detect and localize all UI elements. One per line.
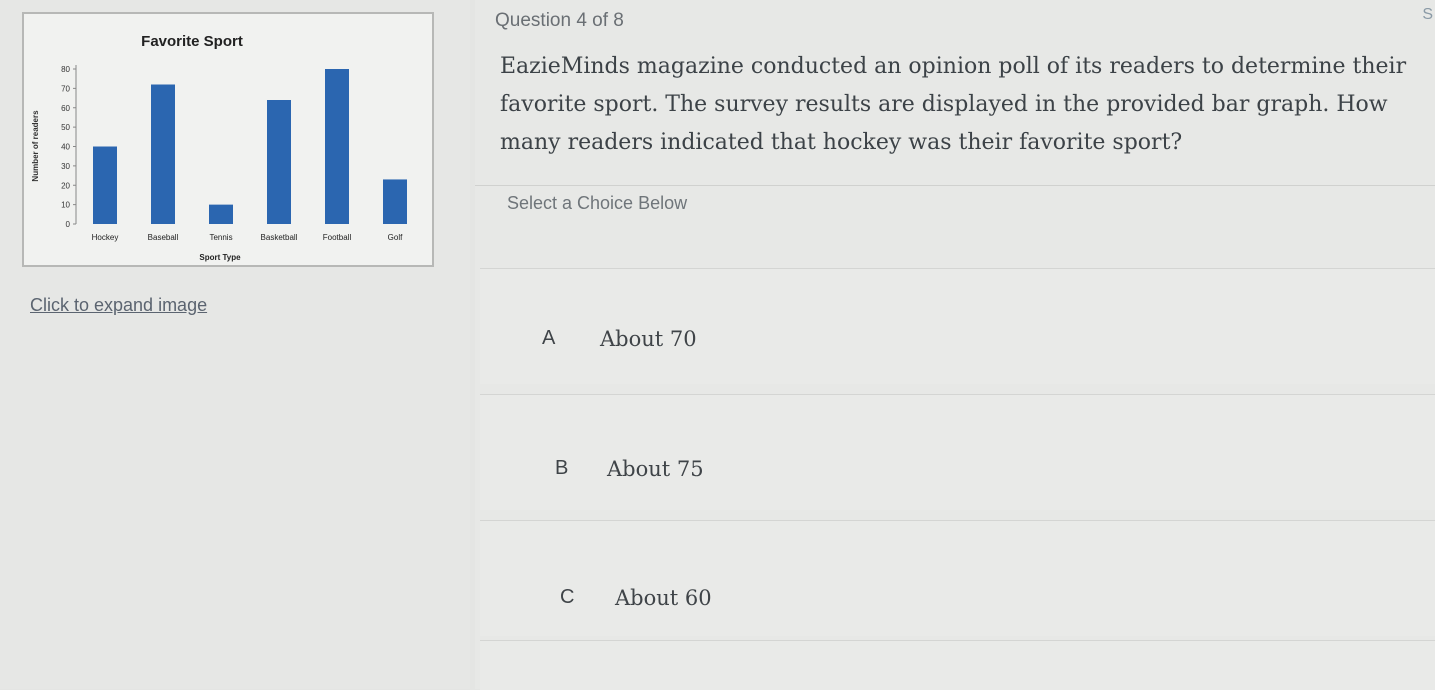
- chart-title: Favorite Sport: [141, 33, 243, 50]
- bar-golf: [383, 179, 407, 224]
- choice-c-option[interactable]: C About 60: [480, 520, 1435, 636]
- choice-letter: A: [542, 327, 556, 349]
- choice-text: About 60: [615, 586, 712, 610]
- choice-a-option[interactable]: A About 70: [480, 268, 1435, 384]
- choice-letter: C: [560, 586, 575, 608]
- choice-text: About 70: [600, 327, 697, 351]
- x-tick-label: Golf: [388, 233, 403, 242]
- bar-tennis: [209, 204, 233, 224]
- bar-football: [325, 69, 349, 224]
- x-axis-label: Sport Type: [199, 253, 241, 262]
- choice-text: About 75: [607, 457, 704, 481]
- divider: [475, 185, 1435, 186]
- question-text: EazieMinds magazine conducted an opinion…: [500, 54, 1407, 155]
- y-axis-label: Number of readers: [31, 110, 40, 182]
- question-counter: Question 4 of 8: [495, 10, 624, 31]
- x-tick-label: Baseball: [148, 233, 179, 242]
- expand-image-link[interactable]: Click to expand image: [30, 295, 207, 316]
- y-tick-label: 50: [61, 123, 70, 132]
- bar-basketball: [267, 100, 291, 224]
- choice-letter: B: [555, 457, 569, 479]
- x-tick-label: Basketball: [261, 233, 298, 242]
- y-tick-label: 80: [61, 65, 70, 74]
- question-panel: Question 4 of 8 S EazieMinds magazine co…: [475, 0, 1435, 690]
- y-tick-label: 20: [61, 181, 70, 190]
- bar-baseball: [151, 84, 175, 224]
- y-tick-label: 30: [61, 162, 70, 171]
- y-tick-label: 0: [66, 220, 71, 229]
- x-tick-label: Hockey: [92, 233, 119, 242]
- y-tick-label: 60: [61, 104, 70, 113]
- y-tick-label: 70: [61, 84, 70, 93]
- y-tick-label: 10: [61, 201, 70, 210]
- bar-hockey: [93, 146, 117, 224]
- bar-chart-card[interactable]: Favorite Sport 80 70 60 50 40 30 20 10 0 Number of…: [22, 12, 434, 267]
- y-tick-label: 40: [61, 143, 70, 152]
- choice-row-partial: [480, 640, 1435, 690]
- image-panel: Favorite Sport 80 70 60 50 40 30 20 10 0 Number of…: [0, 0, 470, 689]
- x-tick-label: Football: [323, 233, 352, 242]
- select-hint: Select a Choice Below: [507, 193, 688, 213]
- x-tick-label: Tennis: [209, 233, 232, 242]
- corner-mark: S: [1422, 6, 1433, 23]
- bar-chart: Favorite Sport 80 70 60 50 40 30 20 10 0 Number of…: [31, 33, 407, 262]
- choice-b-option[interactable]: B About 75: [480, 394, 1435, 510]
